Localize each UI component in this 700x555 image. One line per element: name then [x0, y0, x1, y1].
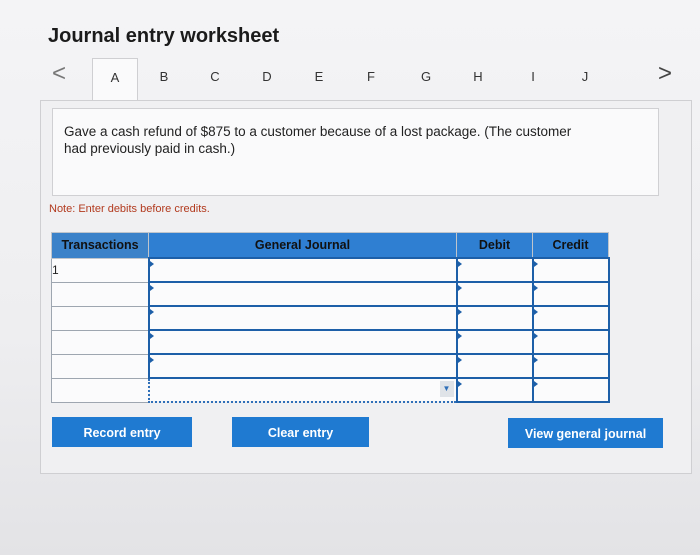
credit-input[interactable] [531, 281, 610, 307]
table-row [51, 305, 610, 331]
record-entry-button[interactable]: Record entry [52, 417, 192, 447]
clear-entry-button[interactable]: Clear entry [232, 417, 369, 447]
tab-b[interactable]: B [142, 58, 186, 100]
tab-i[interactable]: I [511, 58, 555, 100]
account-input[interactable] [147, 305, 458, 331]
credit-input[interactable] [531, 329, 610, 355]
credit-input[interactable] [531, 377, 610, 403]
account-input[interactable] [147, 281, 458, 307]
tab-bar: < A B C D E F G H I J > [40, 58, 690, 102]
tab-h[interactable]: H [456, 58, 500, 100]
tab-d[interactable]: D [245, 58, 289, 100]
tab-e[interactable]: E [297, 58, 341, 100]
transaction-number [51, 329, 149, 355]
debit-input[interactable] [455, 257, 534, 283]
tab-a[interactable]: A [92, 58, 138, 102]
note-text: Note: Enter debits before credits. [49, 203, 210, 215]
tab-c[interactable]: C [193, 58, 237, 100]
question-text: Gave a cash refund of $875 to a customer… [64, 124, 572, 156]
account-input[interactable] [147, 353, 458, 379]
dropdown-arrow-icon[interactable]: ▼ [439, 381, 454, 397]
credit-input[interactable] [531, 305, 610, 331]
prev-arrow-icon[interactable]: < [52, 60, 66, 88]
account-dropdown[interactable]: ▼ [147, 377, 458, 403]
transaction-number [51, 353, 149, 379]
tab-f[interactable]: F [349, 58, 393, 100]
table-row: 1 [51, 257, 610, 283]
question-box: Gave a cash refund of $875 to a customer… [52, 108, 659, 196]
journal-table: Transactions General Journal Debit Credi… [51, 232, 610, 403]
view-general-journal-button[interactable]: View general journal [508, 418, 663, 448]
debit-input[interactable] [455, 353, 534, 379]
table-row [51, 281, 610, 307]
header-debit: Debit [456, 232, 533, 259]
header-transactions: Transactions [51, 232, 149, 259]
header-general-journal: General Journal [148, 232, 457, 259]
account-input[interactable] [147, 329, 458, 355]
tab-j[interactable]: J [563, 58, 607, 100]
account-input[interactable] [147, 257, 458, 283]
transaction-number: 1 [51, 257, 149, 283]
table-row [51, 329, 610, 355]
debit-input[interactable] [455, 329, 534, 355]
table-row [51, 353, 610, 379]
transaction-number [51, 305, 149, 331]
table-header-row: Transactions General Journal Debit Credi… [51, 232, 609, 259]
debit-input[interactable] [455, 305, 534, 331]
transaction-number [51, 377, 149, 403]
debit-input[interactable] [455, 281, 534, 307]
page-title: Journal entry worksheet [48, 25, 280, 47]
header-credit: Credit [532, 232, 609, 259]
table-row: ▼ [51, 377, 610, 403]
next-arrow-icon[interactable]: > [658, 60, 672, 88]
page: Journal entry worksheet < A B C D E F G … [0, 0, 700, 555]
debit-input[interactable] [455, 377, 534, 403]
credit-input[interactable] [531, 257, 610, 283]
transaction-number [51, 281, 149, 307]
tab-g[interactable]: G [404, 58, 448, 100]
credit-input[interactable] [531, 353, 610, 379]
